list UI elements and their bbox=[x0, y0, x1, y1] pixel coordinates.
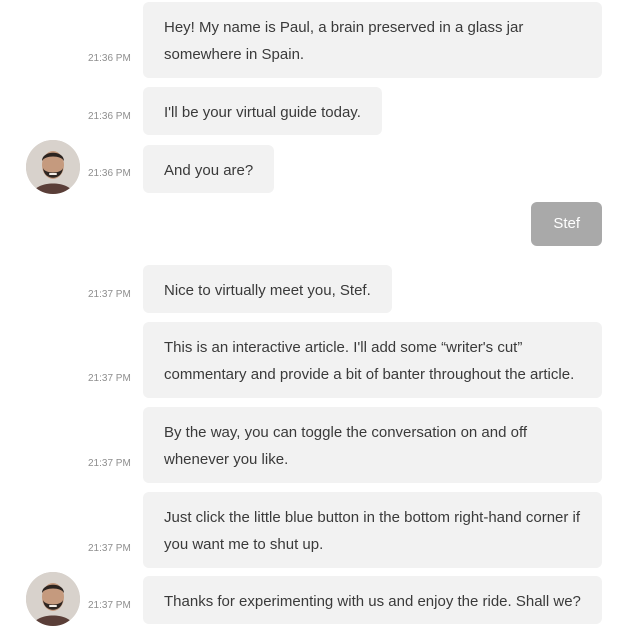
person-avatar-icon bbox=[26, 572, 80, 626]
message-timestamp: 21:37 PM bbox=[88, 458, 131, 469]
message-timestamp: 21:37 PM bbox=[88, 600, 131, 611]
bot-message-bubble: And you are? bbox=[143, 145, 275, 193]
bot-avatar bbox=[26, 572, 80, 626]
message-timestamp: 21:36 PM bbox=[88, 111, 131, 122]
bot-avatar bbox=[26, 140, 80, 194]
bot-message-bubble: This is an interactive article. I'll add… bbox=[143, 322, 602, 398]
message-timestamp: 21:37 PM bbox=[88, 543, 131, 554]
person-avatar-icon bbox=[26, 140, 80, 194]
bot-message-bubble: By the way, you can toggle the conversat… bbox=[143, 407, 602, 483]
message-timestamp: 21:36 PM bbox=[88, 53, 131, 64]
message-timestamp: 21:36 PM bbox=[88, 168, 131, 179]
message-timestamp: 21:37 PM bbox=[88, 289, 131, 300]
bot-message-bubble: Just click the little blue button in the… bbox=[143, 492, 602, 568]
bot-message-bubble: I'll be your virtual guide today. bbox=[143, 87, 382, 135]
bot-message-bubble: Thanks for experimenting with us and enj… bbox=[143, 576, 602, 624]
message-timestamp: 21:37 PM bbox=[88, 373, 131, 384]
bot-message-bubble: Nice to virtually meet you, Stef. bbox=[143, 265, 392, 313]
user-reply-bubble: Stef bbox=[531, 202, 602, 246]
bot-message-bubble: Hey! My name is Paul, a brain preserved … bbox=[143, 2, 602, 78]
